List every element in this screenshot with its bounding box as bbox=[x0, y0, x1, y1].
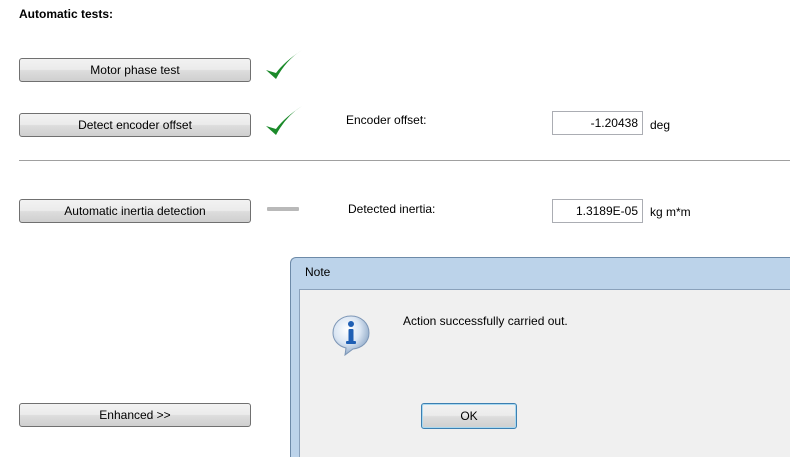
encoder-offset-field[interactable]: -1.20438 bbox=[552, 111, 643, 135]
dialog-body: Action successfully carried out. OK bbox=[299, 289, 790, 457]
detected-inertia-unit: kg m*m bbox=[650, 205, 691, 219]
detected-inertia-label: Detected inertia: bbox=[348, 202, 436, 216]
detect-encoder-offset-button[interactable]: Detect encoder offset bbox=[19, 113, 251, 137]
check-icon bbox=[266, 50, 302, 79]
enhanced-button[interactable]: Enhanced >> bbox=[19, 403, 251, 427]
ok-button[interactable]: OK bbox=[421, 403, 517, 429]
dialog-message: Action successfully carried out. bbox=[403, 314, 568, 328]
note-dialog: Note Action successfully carried out. OK bbox=[290, 257, 790, 457]
detected-inertia-field[interactable]: 1.3189E-05 bbox=[552, 199, 643, 223]
encoder-offset-label: Encoder offset: bbox=[346, 113, 427, 127]
motor-phase-test-button[interactable]: Motor phase test bbox=[19, 58, 251, 82]
check-icon bbox=[266, 106, 302, 135]
dash-icon bbox=[267, 207, 299, 211]
section-title: Automatic tests: bbox=[19, 7, 114, 21]
info-icon bbox=[332, 315, 370, 356]
automatic-inertia-detection-button[interactable]: Automatic inertia detection bbox=[19, 199, 251, 223]
separator bbox=[19, 160, 790, 161]
encoder-offset-unit: deg bbox=[650, 118, 671, 132]
dialog-title: Note bbox=[305, 265, 331, 279]
